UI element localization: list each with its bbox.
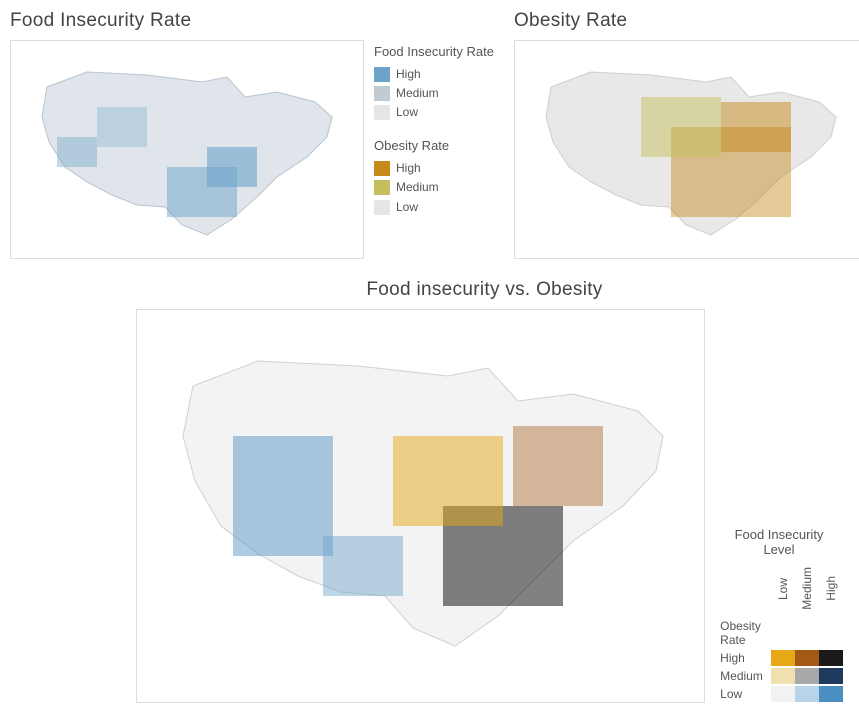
biv-row-low: Low [715, 685, 771, 703]
biv-col-low: Low [771, 563, 795, 617]
combined-panel: Food insecurity vs. Obesity Food Insecur… [10, 279, 859, 703]
biv-swatch-low-high [819, 686, 843, 702]
legends-right: Food Insecurity Rate High Medium Low Obe… [374, 40, 494, 259]
food-insecurity-panel: Food Insecurity Rate Food Insecurity Rat… [10, 10, 494, 259]
biv-swatch-high-high [819, 650, 843, 666]
legend-label: Medium [396, 84, 439, 103]
biv-swatch-high-medium [795, 650, 819, 666]
legend-label: Low [396, 198, 418, 217]
biv-swatch-medium-medium [795, 668, 819, 684]
swatch-icon [374, 105, 390, 120]
legend-food-medium: Medium [374, 84, 494, 103]
bivariate-table: Low Medium High Obesity Rate High Medium [715, 563, 843, 703]
obesity-map-svg [521, 47, 859, 252]
legend-label: High [396, 159, 421, 178]
swatch-icon [374, 161, 390, 176]
biv-swatch-high-low [771, 650, 795, 666]
biv-row-medium: Medium [715, 667, 771, 685]
food-map-svg [17, 47, 357, 252]
swatch-icon [374, 86, 390, 101]
legend-label: Medium [396, 178, 439, 197]
swatch-icon [374, 200, 390, 215]
biv-row-high: High [715, 649, 771, 667]
obesity-map-title: Obesity Rate [514, 10, 859, 32]
food-map-title: Food Insecurity Rate [10, 10, 494, 32]
biv-swatch-medium-high [819, 668, 843, 684]
swatch-icon [374, 67, 390, 82]
biv-swatch-low-low [771, 686, 795, 702]
bivariate-legend: Food Insecurity Level Low Medium High Ob… [715, 527, 843, 703]
legend-obesity-high: High [374, 159, 494, 178]
legend-label: High [396, 65, 421, 84]
combined-map[interactable] [136, 309, 705, 703]
biv-col-medium: Medium [795, 563, 819, 617]
biv-col-high: High [819, 563, 843, 617]
combined-map-title: Food insecurity vs. Obesity [100, 279, 859, 301]
food-insecurity-map[interactable] [10, 40, 364, 259]
legend-obesity-medium: Medium [374, 178, 494, 197]
biv-row-axis: Obesity Rate [715, 617, 771, 649]
biv-swatch-medium-low [771, 668, 795, 684]
swatch-icon [374, 180, 390, 195]
legend-obesity-low: Low [374, 198, 494, 217]
biv-swatch-low-medium [795, 686, 819, 702]
bivariate-title: Food Insecurity Level [715, 527, 843, 557]
legend-food-high: High [374, 65, 494, 84]
legend-obesity-title: Obesity Rate [374, 136, 494, 157]
obesity-panel: Obesity Rate [514, 10, 859, 259]
combined-map-svg [143, 316, 698, 696]
obesity-map[interactable] [514, 40, 859, 259]
legend-label: Low [396, 103, 418, 122]
legend-food-low: Low [374, 103, 494, 122]
legend-food-title: Food Insecurity Rate [374, 42, 494, 63]
